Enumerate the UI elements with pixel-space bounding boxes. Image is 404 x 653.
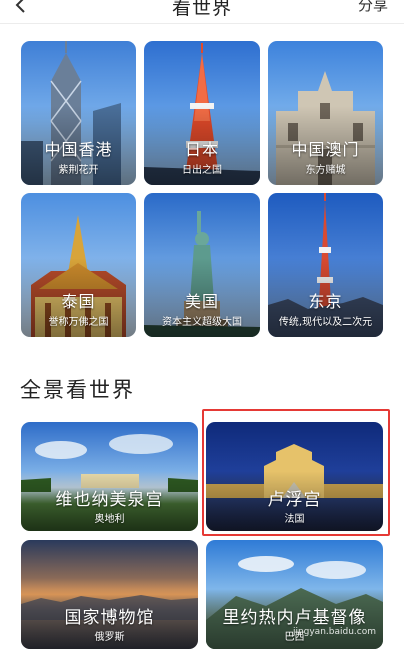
card-title: 中国澳门 (291, 140, 360, 159)
card-subtitle: 传统,现代以及二次元 (278, 317, 373, 328)
watermark-text: jingyan.baidu.com (292, 627, 376, 637)
top-bar: 看世界 分享 (0, 0, 404, 22)
card-macau[interactable]: 中国澳门 东方赌城 (268, 41, 383, 185)
card-subtitle: 紫荆花开 (58, 165, 99, 176)
card-title: 日本 (184, 140, 219, 159)
card-subtitle: 资本主义超级大国 (162, 317, 242, 328)
card-title: 泰国 (61, 292, 96, 311)
card-thailand[interactable]: 泰国 誉称万佛之国 (21, 193, 136, 337)
card-title: 里约热内卢基督像 (222, 608, 367, 628)
card-schonbrunn[interactable]: 维也纳美泉宫 奥地利 (21, 422, 198, 531)
header-divider (0, 23, 404, 24)
share-button[interactable]: 分享 (358, 0, 388, 15)
card-hong-kong[interactable]: 中国香港 紫荆花开 (21, 41, 136, 185)
highlight-box (202, 409, 390, 536)
page-title: 看世界 (171, 0, 232, 19)
card-national-museum[interactable]: 国家博物馆 俄罗斯 (21, 540, 198, 649)
card-subtitle: 奥地利 (94, 514, 125, 525)
card-usa[interactable]: 美国 资本主义超级大国 (144, 193, 260, 337)
card-title: 美国 (184, 292, 219, 311)
card-japan[interactable]: 日本 日出之国 (144, 41, 260, 185)
card-subtitle: 誉称万佛之国 (48, 317, 109, 328)
card-title: 东京 (308, 292, 343, 311)
card-tokyo[interactable]: 东京 传统,现代以及二次元 (268, 193, 383, 337)
card-title: 国家博物馆 (64, 608, 155, 628)
section-title-panorama: 全景看世界 (20, 378, 135, 402)
card-subtitle: 俄罗斯 (94, 632, 125, 643)
card-subtitle: 日出之国 (182, 165, 222, 176)
card-subtitle: 东方赌城 (305, 165, 346, 176)
card-title: 维也纳美泉宫 (55, 490, 164, 510)
card-title: 中国香港 (44, 140, 113, 159)
